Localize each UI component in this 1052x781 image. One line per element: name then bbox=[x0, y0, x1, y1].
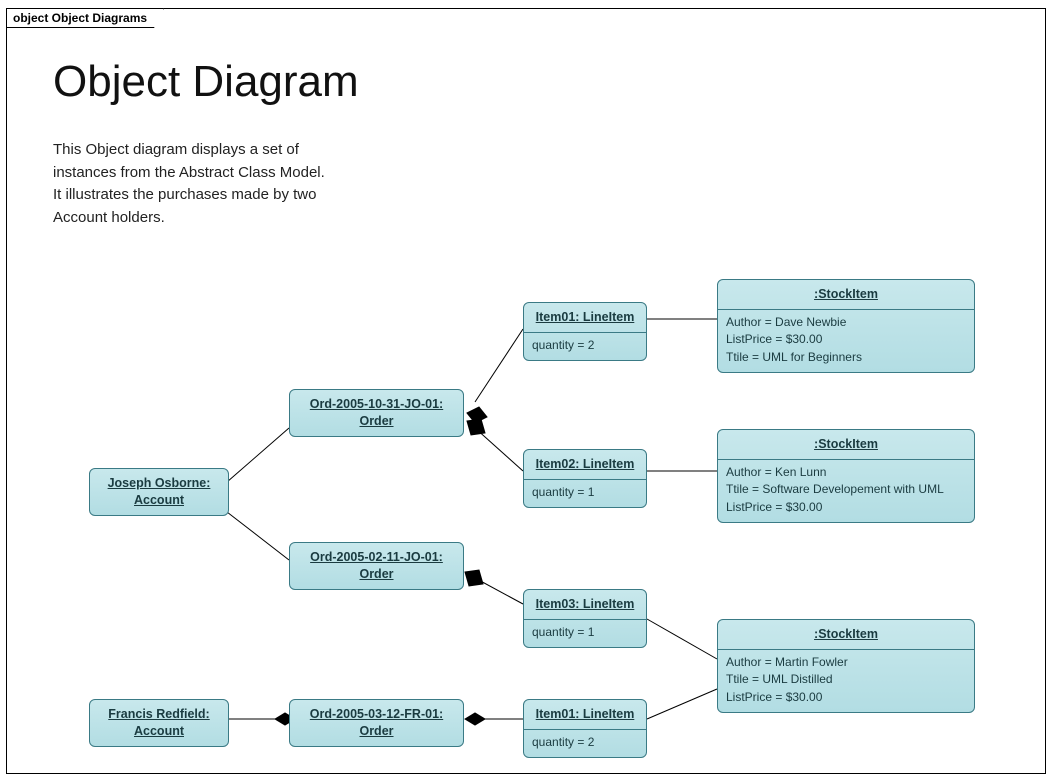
attr-row: Ttile = UML for Beginners bbox=[726, 349, 966, 366]
object-lineitem-3: Item03: LineItem quantity = 1 bbox=[523, 589, 647, 648]
object-header: Item02: LineItem bbox=[524, 450, 646, 479]
object-attrs: Author = Ken Lunn Ttile = Software Devel… bbox=[718, 460, 974, 522]
attr-row: Ttile = UML Distilled bbox=[726, 671, 966, 688]
attr-row: ListPrice = $30.00 bbox=[726, 499, 966, 516]
object-attrs: quantity = 2 bbox=[524, 730, 646, 757]
object-stockitem-1: :StockItem Author = Dave Newbie ListPric… bbox=[717, 279, 975, 373]
object-header: :StockItem bbox=[718, 280, 974, 309]
object-attrs: Author = Dave Newbie ListPrice = $30.00 … bbox=[718, 310, 974, 372]
object-order-1: Ord-2005-10-31-JO-01: Order bbox=[289, 389, 464, 437]
object-attrs: quantity = 2 bbox=[524, 333, 646, 360]
object-header: Ord-2005-02-11-JO-01: Order bbox=[290, 543, 463, 589]
object-attrs: quantity = 1 bbox=[524, 480, 646, 507]
object-header: Ord-2005-03-12-FR-01: Order bbox=[290, 700, 463, 746]
diagram-frame: object Object Diagrams Object Diagram Th… bbox=[6, 8, 1046, 774]
object-header: :StockItem bbox=[718, 620, 974, 649]
object-lineitem-4: Item01: LineItem quantity = 2 bbox=[523, 699, 647, 758]
object-header: Item01: LineItem bbox=[524, 303, 646, 332]
object-header: Item03: LineItem bbox=[524, 590, 646, 619]
object-attrs: quantity = 1 bbox=[524, 620, 646, 647]
attr-row: ListPrice = $30.00 bbox=[726, 331, 966, 348]
object-order-2: Ord-2005-02-11-JO-01: Order bbox=[289, 542, 464, 590]
diagram-canvas: Joseph Osborne: Account Francis Redfield… bbox=[7, 9, 1045, 773]
object-attrs: Author = Martin Fowler Ttile = UML Disti… bbox=[718, 650, 974, 712]
object-header: Ord-2005-10-31-JO-01: Order bbox=[290, 390, 463, 436]
object-header: Item01: LineItem bbox=[524, 700, 646, 729]
object-header: Francis Redfield: Account bbox=[90, 700, 228, 746]
attr-row: ListPrice = $30.00 bbox=[726, 689, 966, 706]
object-account-francis: Francis Redfield: Account bbox=[89, 699, 229, 747]
object-header: :StockItem bbox=[718, 430, 974, 459]
object-account-joseph: Joseph Osborne: Account bbox=[89, 468, 229, 516]
object-order-3: Ord-2005-03-12-FR-01: Order bbox=[289, 699, 464, 747]
object-lineitem-2: Item02: LineItem quantity = 1 bbox=[523, 449, 647, 508]
object-stockitem-2: :StockItem Author = Ken Lunn Ttile = Sof… bbox=[717, 429, 975, 523]
attr-row: Ttile = Software Developement with UML bbox=[726, 481, 966, 498]
object-stockitem-3: :StockItem Author = Martin Fowler Ttile … bbox=[717, 619, 975, 713]
attr-row: Author = Dave Newbie bbox=[726, 314, 966, 331]
attr-row: Author = Ken Lunn bbox=[726, 464, 966, 481]
object-lineitem-1: Item01: LineItem quantity = 2 bbox=[523, 302, 647, 361]
attr-row: Author = Martin Fowler bbox=[726, 654, 966, 671]
object-header: Joseph Osborne: Account bbox=[90, 469, 228, 515]
